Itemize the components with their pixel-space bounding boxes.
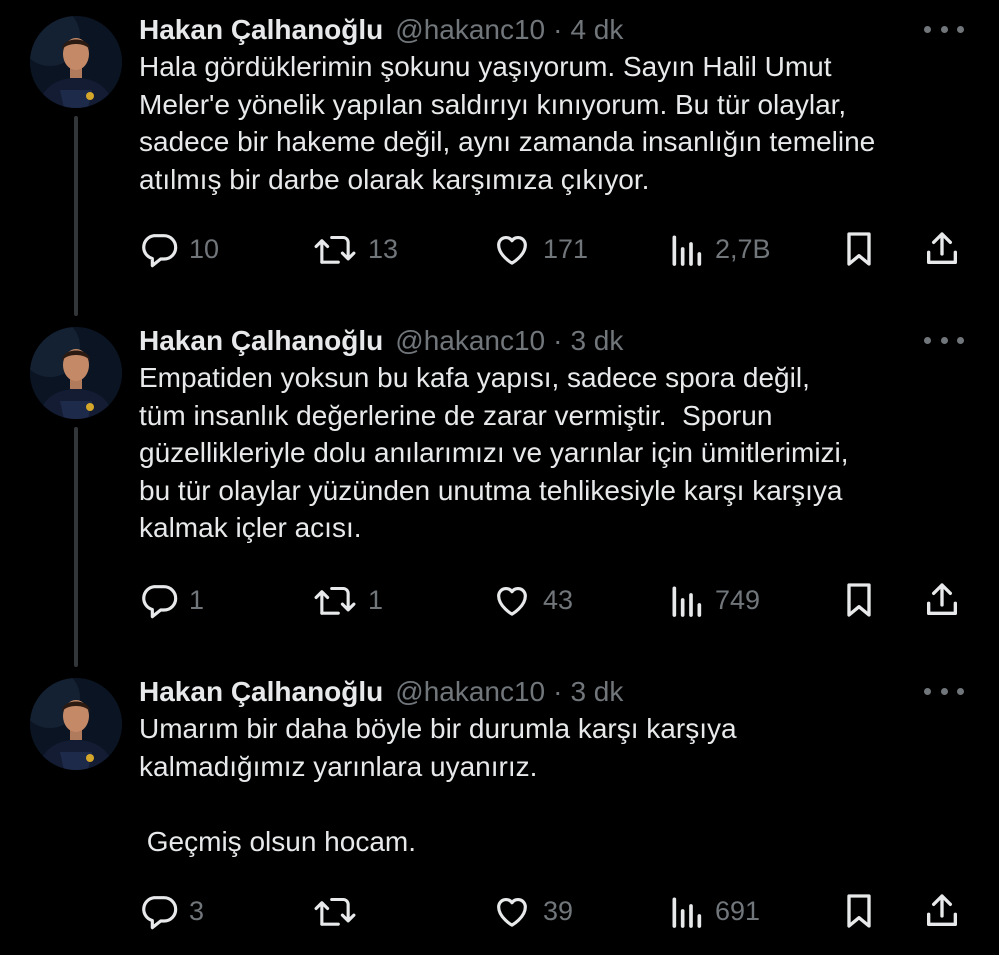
reply-count: 3 (189, 895, 205, 926)
action-bar: 1 1 43 749 (139, 578, 969, 622)
tweet-header: Hakan Çalhanoğlu @hakanc10 · 3 dk (139, 672, 623, 712)
views-button[interactable]: 749 (667, 578, 760, 622)
bookmark-icon (847, 583, 871, 617)
avatar-image (30, 327, 122, 419)
retweet-icon (314, 586, 356, 615)
retweet-count: 1 (368, 584, 384, 615)
share-button[interactable] (922, 889, 962, 933)
timestamp[interactable]: 3 dk (570, 676, 623, 708)
separator-dot: · (553, 325, 563, 356)
reply-count: 10 (189, 233, 220, 264)
avatar-image (30, 16, 122, 108)
heart-icon (497, 898, 527, 927)
like-count: 171 (543, 233, 589, 264)
tweet-text: Hala gördüklerimin şokunu yaşıyorum. Say… (139, 51, 876, 195)
views-button[interactable]: 2,7B (667, 227, 771, 271)
reply-count: 1 (189, 584, 205, 615)
more-icon[interactable] (924, 676, 964, 706)
views-count: 749 (715, 584, 761, 615)
reply-icon (142, 585, 178, 619)
reply-icon (142, 234, 178, 268)
views-count: 691 (715, 895, 761, 926)
display-name[interactable]: Hakan Çalhanoğlu (139, 676, 383, 708)
like-count: 39 (543, 895, 574, 926)
reply-button[interactable]: 3 (139, 889, 204, 933)
timestamp[interactable]: 3 dk (570, 325, 623, 357)
like-count: 43 (543, 584, 574, 615)
action-bar: 10 13 171 2,7B (139, 227, 969, 271)
bookmark-icon (847, 894, 871, 928)
retweet-icon (314, 897, 356, 926)
tweet-3[interactable]: Hakan Çalhanoğlu @hakanc10 · 3 dk Umarım… (0, 672, 999, 955)
like-button[interactable]: 171 (491, 227, 588, 271)
retweet-button[interactable]: 13 (312, 227, 398, 271)
username[interactable]: @hakanc10 (395, 325, 545, 357)
tweet-text: Empatiden yoksun bu kafa yapısı, sadece … (139, 362, 849, 543)
thread-line (74, 116, 78, 316)
display-name[interactable]: Hakan Çalhanoğlu (139, 325, 383, 357)
views-icon (672, 235, 702, 266)
bookmark-icon (847, 232, 871, 266)
tweet-text: Umarım bir daha böyle bir durumla karşı … (139, 713, 737, 857)
avatar[interactable] (30, 678, 122, 770)
heart-icon (497, 236, 527, 265)
share-icon (927, 583, 957, 615)
username[interactable]: @hakanc10 (395, 14, 545, 46)
heart-icon (497, 587, 527, 616)
tweet-header: Hakan Çalhanoğlu @hakanc10 · 4 dk (139, 10, 623, 50)
retweet-button[interactable] (312, 889, 368, 933)
tweet-2[interactable]: Hakan Çalhanoğlu @hakanc10 · 3 dk Empati… (0, 321, 999, 667)
action-bar: 3 39 691 (139, 889, 969, 933)
username[interactable]: @hakanc10 (395, 676, 545, 708)
reply-icon (142, 896, 178, 930)
avatar[interactable] (30, 327, 122, 419)
share-icon (927, 232, 957, 264)
more-icon[interactable] (924, 14, 964, 44)
retweet-count: 13 (368, 233, 399, 264)
tweet-1[interactable]: Hakan Çalhanoğlu @hakanc10 · 4 dk Hala g… (0, 10, 999, 316)
bookmark-button[interactable] (839, 578, 879, 622)
views-icon (672, 586, 702, 617)
reply-button[interactable]: 10 (139, 227, 219, 271)
share-button[interactable] (922, 227, 962, 271)
share-icon (927, 894, 957, 926)
tweet-header: Hakan Çalhanoğlu @hakanc10 · 3 dk (139, 321, 623, 361)
separator-dot: · (553, 676, 563, 707)
display-name[interactable]: Hakan Çalhanoğlu (139, 14, 383, 46)
avatar[interactable] (30, 16, 122, 108)
retweet-icon (314, 235, 356, 264)
timestamp[interactable]: 4 dk (570, 14, 623, 46)
more-icon[interactable] (924, 325, 964, 355)
views-icon (672, 897, 702, 928)
like-button[interactable]: 43 (491, 578, 573, 622)
retweet-button[interactable]: 1 (312, 578, 383, 622)
reply-button[interactable]: 1 (139, 578, 204, 622)
like-button[interactable]: 39 (491, 889, 573, 933)
thread-line (74, 427, 78, 667)
views-button[interactable]: 691 (667, 889, 760, 933)
bookmark-button[interactable] (839, 227, 879, 271)
avatar-image (30, 678, 122, 770)
share-button[interactable] (922, 578, 962, 622)
views-count: 2,7B (715, 233, 771, 264)
bookmark-button[interactable] (839, 889, 879, 933)
separator-dot: · (553, 14, 563, 45)
